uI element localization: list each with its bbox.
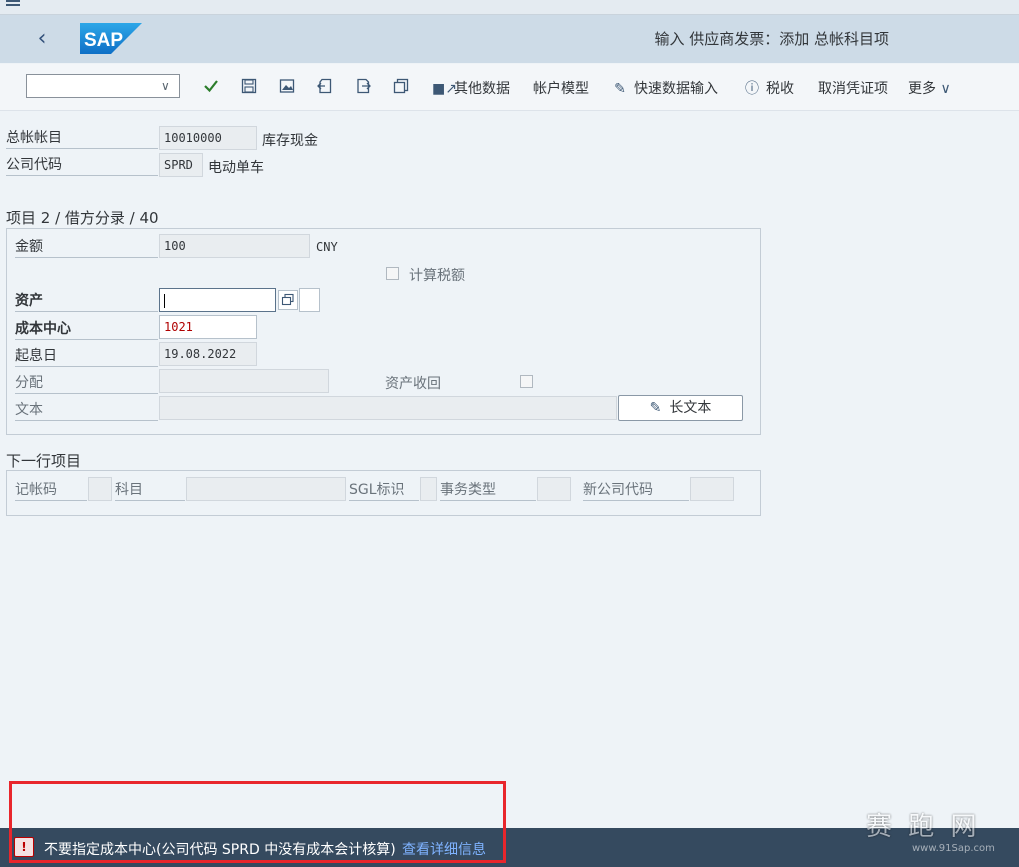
value-date-field: 19.08.2022	[159, 342, 257, 366]
company-code-field: SPRD	[159, 153, 203, 177]
external-link-icon: ■↗	[432, 81, 457, 97]
tax-label: 税收	[766, 81, 794, 97]
gl-account-label: 总帐帐目	[6, 127, 158, 149]
asset-label: 资产	[15, 290, 158, 312]
transaction-type-label: 事务类型	[440, 479, 536, 501]
edit-icon: ✎	[614, 81, 626, 97]
chevron-down-icon: ∨	[161, 79, 170, 93]
save-icon[interactable]	[240, 77, 258, 95]
gl-account-description: 库存现金	[262, 133, 318, 149]
sgl-indicator-label: SGL标识	[349, 479, 419, 501]
copy-document-icon[interactable]	[392, 77, 410, 95]
next-item-section-title: 下一行项目	[6, 452, 82, 470]
other-data-label: 其他数据	[454, 81, 510, 97]
document-back-icon[interactable]	[316, 77, 334, 95]
menu-icon[interactable]	[6, 0, 20, 10]
highlight-box	[9, 781, 506, 863]
other-data-button[interactable]: ■↗其他数据	[432, 78, 510, 98]
currency-label: CNY	[316, 240, 338, 254]
amount-label: 金额	[15, 236, 158, 258]
amount-field: 100	[159, 234, 310, 258]
asset-input[interactable]	[159, 288, 276, 312]
check-icon[interactable]	[202, 77, 220, 95]
account-model-label: 帐户模型	[533, 81, 589, 97]
posting-key-label: 记帐码	[15, 479, 87, 501]
watermark: 赛 跑 网 www.91Sap.com	[866, 806, 1006, 856]
assignment-field	[159, 369, 329, 393]
long-text-icon: ✎	[649, 400, 662, 416]
document-forward-icon[interactable]	[354, 77, 372, 95]
fast-entry-button[interactable]: ✎ 快速数据输入	[612, 78, 718, 98]
long-text-button[interactable]: ✎ 长文本	[618, 395, 743, 421]
chevron-down-icon: ∨	[940, 81, 951, 97]
company-code-label: 公司代码	[6, 154, 158, 176]
text-field	[159, 396, 617, 420]
command-combo[interactable]: ∨	[26, 74, 180, 98]
value-help-icon[interactable]	[278, 290, 298, 310]
text-label: 文本	[15, 399, 158, 421]
cancel-item-label: 取消凭证项	[818, 81, 888, 97]
cancel-item-button[interactable]: 取消凭证项	[818, 78, 888, 98]
info-icon: ⓘ	[745, 81, 759, 97]
calc-tax-checkbox[interactable]	[386, 267, 399, 280]
sap-logo: SAP	[80, 23, 142, 54]
tax-button[interactable]: ⓘ 税收	[744, 78, 794, 98]
asset-subnumber-input[interactable]	[299, 288, 320, 312]
more-label: 更多	[908, 81, 936, 97]
posting-key-field	[88, 477, 112, 501]
sap-logo-text: SAP	[84, 30, 123, 51]
top-strip	[0, 0, 1019, 15]
watermark-text: 赛 跑 网	[866, 812, 981, 842]
asset-retirement-checkbox[interactable]	[520, 375, 533, 388]
cost-center-label: 成本中心	[15, 318, 158, 340]
fast-entry-label: 快速数据输入	[634, 81, 718, 97]
assignment-label: 分配	[15, 372, 158, 394]
watermark-url: www.91Sap.com	[912, 843, 995, 854]
company-code-description: 电动单车	[208, 160, 264, 176]
new-company-code-field	[690, 477, 734, 501]
back-icon[interactable]: ‹	[30, 24, 54, 54]
value-date-label: 起息日	[15, 345, 158, 367]
account-field	[186, 477, 346, 501]
item-section-title: 项目 2 / 借方分录 / 40	[6, 209, 159, 227]
new-company-code-label: 新公司代码	[583, 479, 689, 501]
calc-tax-label: 计算税额	[409, 268, 465, 284]
asset-retirement-label: 资产收回	[385, 376, 441, 392]
cost-center-input[interactable]: 1021	[159, 315, 257, 339]
sgl-indicator-field	[420, 477, 437, 501]
page-title: 输入 供应商发票：添加 总帐科目项	[654, 30, 889, 48]
gl-account-field: 10010000	[159, 126, 257, 150]
image-icon[interactable]	[278, 77, 296, 95]
more-button[interactable]: 更多 ∨	[908, 78, 951, 98]
account-label: 科目	[115, 479, 185, 501]
transaction-type-field	[537, 477, 571, 501]
account-model-button[interactable]: 帐户模型	[533, 78, 589, 98]
long-text-label: 长文本	[669, 400, 712, 416]
text-cursor	[164, 293, 165, 308]
